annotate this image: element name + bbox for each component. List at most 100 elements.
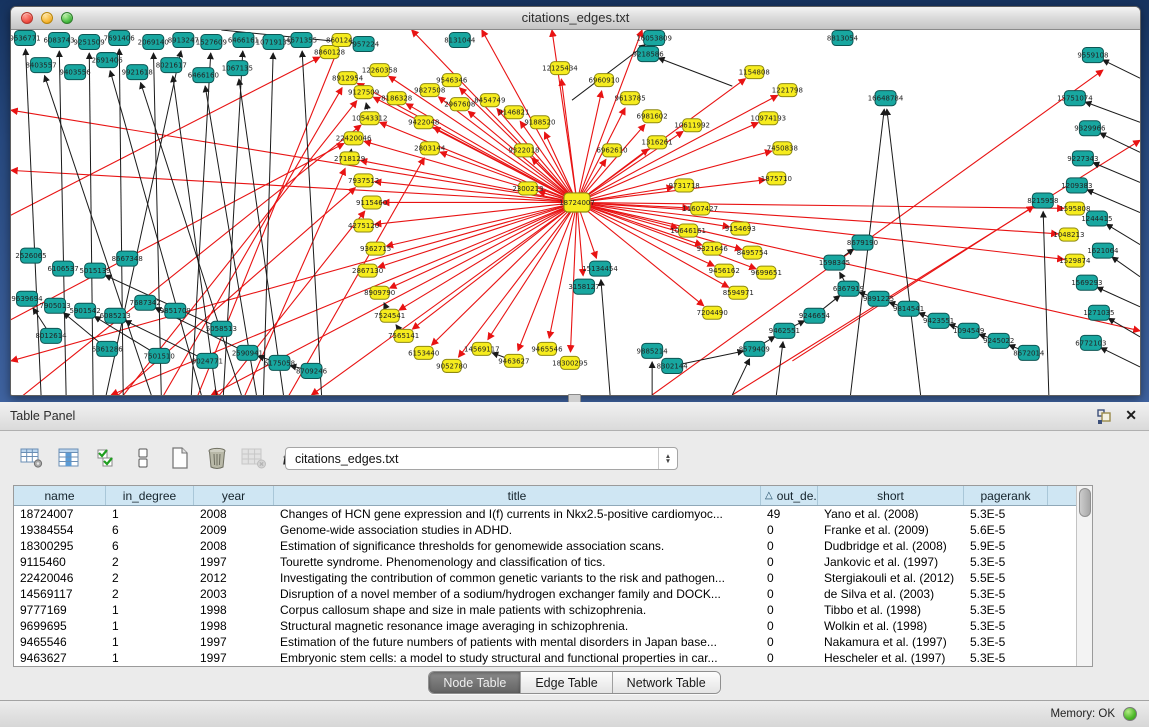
- table-cell[interactable]: 9115460: [14, 555, 106, 569]
- graph-edge[interactable]: [549, 211, 575, 338]
- table-cell[interactable]: Tibbo et al. (1998): [818, 603, 964, 617]
- table-cell[interactable]: Dudbridge et al. (2008): [818, 539, 964, 553]
- table-cell[interactable]: 1998: [194, 619, 274, 633]
- table-cell[interactable]: 14569117: [14, 587, 106, 601]
- table-cell[interactable]: 19384554: [14, 523, 106, 537]
- graph-edge[interactable]: [850, 109, 884, 395]
- table-cell[interactable]: Jankovic et al. (1997): [818, 555, 964, 569]
- table-cell[interactable]: 49: [761, 507, 818, 521]
- graph-edge[interactable]: [223, 51, 242, 395]
- table-cell[interactable]: Estimation of significance thresholds fo…: [274, 539, 761, 553]
- table-selector-dropdown[interactable]: citations_edges.txt ▲▼: [285, 447, 678, 470]
- table-row[interactable]: 977716911998Corpus callosum shape and si…: [14, 602, 1092, 618]
- table-cell[interactable]: 6: [106, 539, 194, 553]
- table-cell[interactable]: 5.3E-5: [964, 507, 1048, 521]
- graph-edge[interactable]: [110, 71, 201, 395]
- table-cell[interactable]: 0: [761, 571, 818, 585]
- graph-edge[interactable]: [154, 53, 162, 395]
- graph-edge[interactable]: [580, 211, 596, 258]
- table-cell[interactable]: 2008: [194, 507, 274, 521]
- graph-edge[interactable]: [375, 203, 568, 224]
- graph-edge[interactable]: [366, 103, 368, 110]
- table-cell[interactable]: 1997: [194, 651, 274, 665]
- table-cell[interactable]: Tourette syndrome. Phenomenology and cla…: [274, 555, 761, 569]
- graph-edge[interactable]: [1101, 348, 1140, 367]
- float-panel-icon[interactable]: [1096, 408, 1113, 425]
- table-cell[interactable]: 2012: [194, 571, 274, 585]
- column-header[interactable]: name: [14, 486, 106, 505]
- table-cell[interactable]: 5.3E-5: [964, 619, 1048, 633]
- graph-edge[interactable]: [458, 210, 571, 358]
- graph-edge[interactable]: [302, 51, 321, 395]
- table-cell[interactable]: Embryonic stem cells: a model to study s…: [274, 651, 761, 665]
- table-cell[interactable]: 1: [106, 619, 194, 633]
- table-cell[interactable]: 5.3E-5: [964, 587, 1048, 601]
- graph-edge[interactable]: [1103, 60, 1140, 78]
- graph-edge[interactable]: [586, 187, 673, 201]
- table-cell[interactable]: de Silva et al. (2003): [818, 587, 964, 601]
- table-cell[interactable]: Hescheler et al. (1997): [818, 651, 964, 665]
- table-cell[interactable]: 9699695: [14, 619, 106, 633]
- graph-edge[interactable]: [1112, 257, 1140, 277]
- table-cell[interactable]: Genome-wide association studies in ADHD.: [274, 523, 761, 537]
- table-cell[interactable]: 9463627: [14, 651, 106, 665]
- graph-edge[interactable]: [1093, 163, 1140, 183]
- show-columns-button[interactable]: [55, 444, 83, 472]
- table-cell[interactable]: 0: [761, 635, 818, 649]
- column-header[interactable]: △out_de...: [761, 486, 818, 505]
- table-cell[interactable]: 9777169: [14, 603, 106, 617]
- table-cell[interactable]: Franke et al. (2009): [818, 523, 964, 537]
- table-cell[interactable]: 0: [761, 619, 818, 633]
- table-row[interactable]: 1872400712008Changes of HCN gene express…: [14, 506, 1092, 522]
- graph-edge[interactable]: [33, 308, 46, 328]
- graph-edge[interactable]: [1085, 102, 1140, 122]
- graph-edge[interactable]: [119, 49, 123, 395]
- graph-edge[interactable]: [1043, 211, 1049, 395]
- column-header[interactable]: in_degree: [106, 486, 194, 505]
- table-cell[interactable]: 2: [106, 555, 194, 569]
- table-cell[interactable]: 9465546: [14, 635, 106, 649]
- network-window-titlebar[interactable]: citations_edges.txt: [11, 7, 1140, 30]
- table-cell[interactable]: Nakamura et al. (1997): [818, 635, 964, 649]
- table-cell[interactable]: 5.3E-5: [964, 635, 1048, 649]
- graph-edge[interactable]: [776, 342, 783, 395]
- table-cell[interactable]: 1997: [194, 635, 274, 649]
- table-cell[interactable]: 2: [106, 587, 194, 601]
- table-cell[interactable]: 0: [761, 523, 818, 537]
- table-row[interactable]: 1830029562008Estimation of significance …: [14, 538, 1092, 554]
- table-row[interactable]: 969969511998Structural magnetic resonanc…: [14, 618, 1092, 634]
- graph-edge[interactable]: [11, 110, 568, 201]
- table-cell[interactable]: 0: [761, 555, 818, 569]
- table-cell[interactable]: 5.3E-5: [964, 603, 1048, 617]
- table-cell[interactable]: 2003: [194, 587, 274, 601]
- delete-rows-button[interactable]: [203, 444, 231, 472]
- table-cell[interactable]: 2009: [194, 523, 274, 537]
- close-panel-icon[interactable]: ✕: [1125, 407, 1137, 424]
- graph-edge[interactable]: [601, 280, 610, 395]
- graph-edge[interactable]: [59, 51, 66, 395]
- graph-edge[interactable]: [378, 205, 568, 267]
- clear-selection-button[interactable]: [129, 444, 157, 472]
- graph-edge[interactable]: [586, 204, 1064, 260]
- tab-network-table[interactable]: Network Table: [613, 672, 720, 693]
- graph-edge[interactable]: [171, 50, 337, 395]
- table-cell[interactable]: 1: [106, 507, 194, 521]
- graph-edge[interactable]: [386, 204, 568, 246]
- table-cell[interactable]: Stergiakouli et al. (2012): [818, 571, 964, 585]
- graph-edge[interactable]: [26, 49, 42, 395]
- graph-edge[interactable]: [1097, 287, 1140, 307]
- column-header[interactable]: pagerank: [964, 486, 1048, 505]
- graph-edge[interactable]: [1106, 224, 1140, 244]
- column-header[interactable]: title: [274, 486, 761, 505]
- table-row[interactable]: 946554611997Estimation of the future num…: [14, 634, 1092, 650]
- column-header[interactable]: year: [194, 486, 274, 505]
- graph-edge[interactable]: [11, 57, 320, 230]
- graph-edge[interactable]: [681, 351, 744, 364]
- table-cell[interactable]: 18724007: [14, 507, 106, 521]
- select-all-button[interactable]: [92, 444, 120, 472]
- table-cell[interactable]: Disruption of a novel member of a sodium…: [274, 587, 761, 601]
- scrollbar-thumb[interactable]: [1079, 488, 1091, 517]
- table-cell[interactable]: Wolkin et al. (1998): [818, 619, 964, 633]
- modify-table-button[interactable]: [18, 444, 46, 472]
- table-cell[interactable]: 5.9E-5: [964, 539, 1048, 553]
